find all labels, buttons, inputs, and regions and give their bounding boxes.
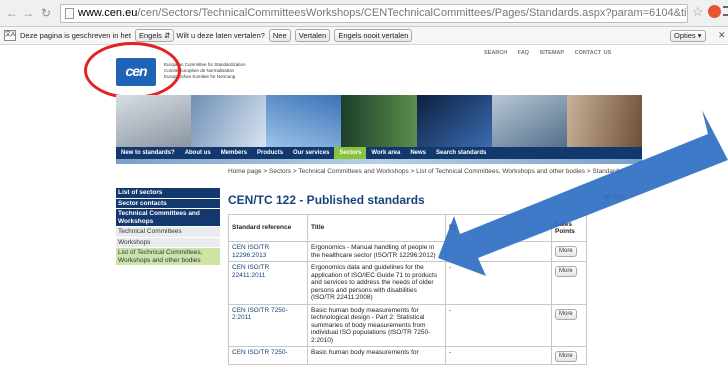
header-col3: D) xyxy=(445,214,552,242)
standard-reference[interactable]: CEN ISO/TR 7250- xyxy=(228,346,308,365)
standard-col3: - xyxy=(445,346,552,365)
sidebar-item-tc-and-workshops[interactable]: Technical Committees and Workshops xyxy=(116,209,220,226)
sidebar-item-list-of-sectors[interactable]: List of sectors xyxy=(116,188,220,198)
header-standard-reference: Standard reference xyxy=(228,214,308,242)
translate-bar: 文A Deze pagina is geschreven in het Enge… xyxy=(0,27,728,45)
table-header-row: Standard reference Title D) Sales Points xyxy=(228,214,587,242)
standard-col3: - xyxy=(445,303,552,347)
standard-title: Basic human body measurements for xyxy=(307,346,446,365)
print-icon: 🖶 xyxy=(604,194,611,201)
url-path: /cen/Sectors/TechnicalCommitteesWorkshop… xyxy=(137,7,688,19)
translate-message-text: Deze pagina is geschreven in het xyxy=(20,31,131,40)
table-row: CEN ISO/TR 12296:2013 Ergonomics - Manua… xyxy=(228,241,587,262)
table-row: CEN ISO/TR 7250- Basic human body measur… xyxy=(228,346,587,365)
standard-reference[interactable]: CEN ISO/TR 7250-2:2011 xyxy=(228,303,308,347)
sidebar-item-sector-contacts[interactable]: Sector contacts xyxy=(116,198,220,208)
breadcrumb: Home page > Sectors > Technical Committe… xyxy=(228,168,623,175)
standards-table: Standard reference Title D) Sales Points… xyxy=(228,214,587,365)
page-title: CEN/TC 122 - Published standards xyxy=(228,193,425,207)
menu-icon[interactable] xyxy=(723,6,728,16)
top-link-faq[interactable]: FAQ xyxy=(518,50,529,56)
translate-button[interactable]: Vertalen xyxy=(294,29,331,42)
url-host: www.cen.eu xyxy=(78,7,138,19)
close-icon[interactable]: ✕ xyxy=(718,27,726,44)
nav-search-standards[interactable]: Search standards xyxy=(431,147,491,159)
nav-new-to-standards[interactable]: New to standards? xyxy=(116,147,180,159)
language-select[interactable]: Engels ⇵ xyxy=(135,29,175,42)
standard-col3: - xyxy=(445,261,552,305)
sidebar-item-technical-committees[interactable]: Technical Committees xyxy=(116,227,220,237)
back-arrow-icon[interactable]: ← xyxy=(4,5,20,21)
top-link-contact[interactable]: CONTACT US xyxy=(575,50,612,56)
standard-reference[interactable]: CEN ISO/TR 12296:2013 xyxy=(228,241,308,262)
language-select-value: Engels xyxy=(139,31,162,40)
page-icon xyxy=(65,8,74,19)
nav-our-services[interactable]: Our services xyxy=(288,147,334,159)
nav-sectors[interactable]: Sectors xyxy=(334,147,367,159)
header-banner xyxy=(116,95,642,147)
table-row: CEN ISO/TR 22411:2011 Ergonomics data an… xyxy=(228,261,587,305)
standard-title: Basic human body measurements for techno… xyxy=(307,303,446,347)
standard-col3 xyxy=(445,241,552,262)
top-link-sitemap[interactable]: SITEMAP xyxy=(540,50,564,56)
standard-title: Ergonomics - Manual handling of people i… xyxy=(307,241,446,262)
reload-icon[interactable]: ↻ xyxy=(38,5,54,21)
table-row: CEN ISO/TR 7250-2:2011 Basic human body … xyxy=(228,303,587,347)
sales-cell: More xyxy=(551,241,587,262)
browser-toolbar: ← → ↻ www.cen.eu/cen/Sectors/TechnicalCo… xyxy=(0,0,728,27)
nav-decoration xyxy=(116,159,642,164)
bookmark-star-icon[interactable]: ☆ xyxy=(692,4,704,20)
more-button[interactable]: More xyxy=(555,351,577,362)
standard-title: Ergonomics data and guidelines for the a… xyxy=(307,261,446,305)
more-button[interactable]: More xyxy=(555,246,577,257)
sidebar-item-workshops[interactable]: Workshops xyxy=(116,237,220,247)
print-label: Print xyxy=(611,194,626,201)
never-translate-button[interactable]: Engels nooit vertalen xyxy=(334,29,413,42)
header-title: Title xyxy=(307,214,446,242)
nav-about-us[interactable]: About us xyxy=(180,147,216,159)
no-button[interactable]: Nee xyxy=(268,29,291,42)
main-nav: New to standards? About us Members Products… xyxy=(116,147,642,159)
translate-message: Deze pagina is geschreven in het Engels … xyxy=(20,27,413,44)
nav-products[interactable]: Products xyxy=(252,147,288,159)
more-button[interactable]: More xyxy=(555,308,577,320)
sales-cell: More xyxy=(551,303,587,347)
sidebar-item-list-of-tc-workshops[interactable]: List of Technical Committees, Workshops … xyxy=(116,248,220,265)
extension-icon[interactable] xyxy=(708,5,721,18)
print-link[interactable]: 🖶 Print xyxy=(604,193,625,204)
nav-members[interactable]: Members xyxy=(216,147,252,159)
options-button[interactable]: Opties ▾ xyxy=(670,30,706,42)
sales-cell: More xyxy=(551,261,587,305)
top-links: SEARCH FAQ SITEMAP CONTACT US xyxy=(484,50,619,56)
translate-icon: 文A xyxy=(4,30,16,41)
forward-arrow-icon[interactable]: → xyxy=(20,5,36,21)
sales-cell: More xyxy=(551,346,587,365)
annotation-circle xyxy=(84,42,181,99)
nav-news[interactable]: News xyxy=(405,147,431,159)
header-sales-points: Sales Points xyxy=(551,214,587,242)
translate-question: Wilt u deze laten vertalen? xyxy=(176,31,265,40)
more-button[interactable]: More xyxy=(555,266,577,277)
top-link-search[interactable]: SEARCH xyxy=(484,50,507,56)
sidebar: List of sectors Sector contacts Technica… xyxy=(116,188,220,266)
standard-reference[interactable]: CEN ISO/TR 22411:2011 xyxy=(228,261,308,305)
nav-work-area[interactable]: Work area xyxy=(366,147,405,159)
options-label: Opties xyxy=(674,31,696,40)
address-bar[interactable]: www.cen.eu/cen/Sectors/TechnicalCommitte… xyxy=(60,4,688,23)
